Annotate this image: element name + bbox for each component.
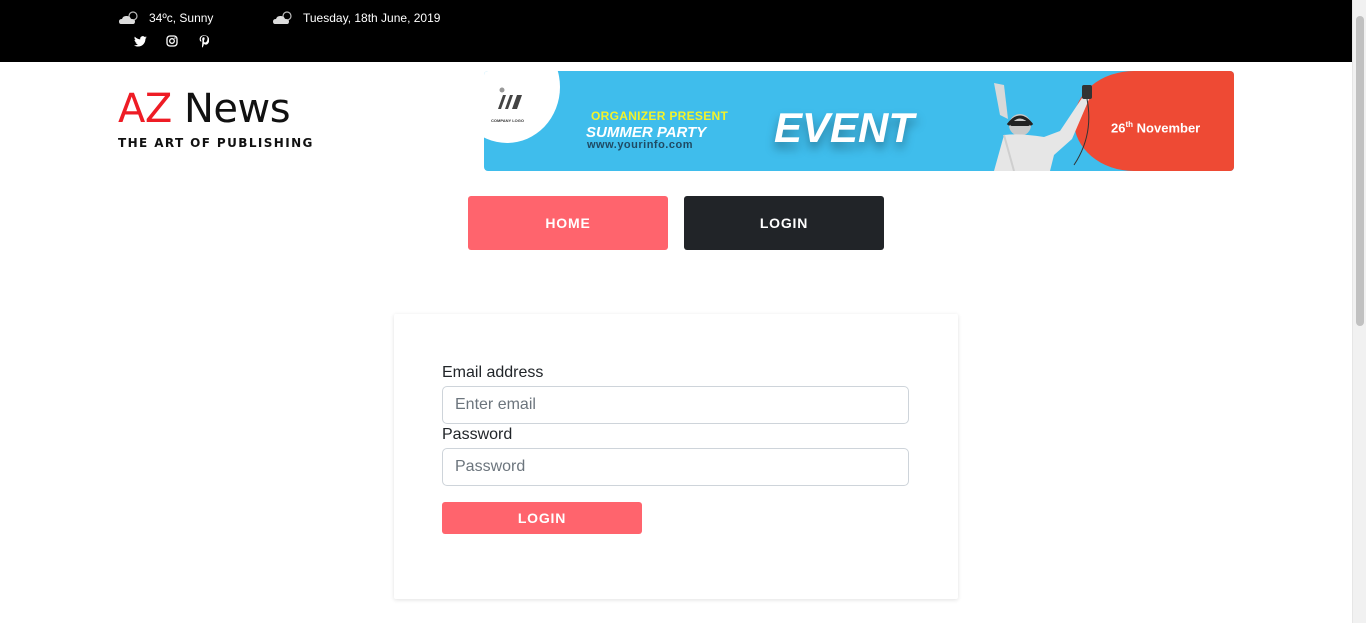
banner-date-suffix: th: [1125, 120, 1134, 129]
login-submit-button[interactable]: LOGIN: [442, 502, 642, 534]
company-logo-text: COMPANY LOGO: [491, 118, 524, 123]
company-logo-icon: [496, 87, 526, 118]
banner-organizer: ORGANIZER PRESENT: [591, 109, 729, 123]
banner-date-month: November: [1136, 120, 1201, 136]
password-field[interactable]: [442, 448, 909, 486]
email-label: Email address: [442, 364, 544, 381]
site-logo[interactable]: AZ News THE ART OF PUBLISHING: [118, 86, 314, 150]
logo-news: News: [183, 86, 291, 132]
weather-text: 34ºc, Sunny: [149, 11, 214, 25]
banner-date-day: 26: [1111, 120, 1126, 136]
banner-url: www.yourinfo.com: [587, 139, 693, 151]
advertisement-banner[interactable]: COMPANY LOGO ORGANIZER PRESENT SUMMER PA…: [484, 71, 1234, 171]
pinterest-icon[interactable]: [197, 34, 211, 48]
cloud-sun-icon: [117, 10, 141, 26]
top-bar: 34ºc, Sunny Tuesday, 18th June, 2019: [0, 0, 1352, 62]
page-scrollbar[interactable]: [1352, 0, 1366, 623]
logo-tagline: THE ART OF PUBLISHING: [118, 136, 314, 150]
nav-login-button[interactable]: LOGIN: [684, 196, 884, 250]
logo-az: AZ: [118, 86, 172, 132]
banner-date: 26th November: [1111, 120, 1200, 135]
weather-info: 34ºc, Sunny: [117, 10, 213, 26]
scrollbar-thumb[interactable]: [1356, 16, 1364, 326]
login-card: Email address Password LOGIN: [394, 314, 958, 599]
page: 34ºc, Sunny Tuesday, 18th June, 2019 AZ …: [0, 0, 1366, 623]
email-field[interactable]: [442, 386, 909, 424]
instagram-icon[interactable]: [165, 34, 179, 48]
twitter-icon[interactable]: [133, 34, 147, 48]
banner-event: EVENT: [774, 104, 915, 151]
home-button[interactable]: HOME: [468, 196, 668, 250]
date-info: Tuesday, 18th June, 2019: [271, 10, 440, 26]
social-links: [133, 34, 211, 48]
logo-title: AZ News: [118, 86, 314, 132]
date-text: Tuesday, 18th June, 2019: [303, 11, 441, 25]
password-label: Password: [442, 426, 513, 443]
cloud-sun-icon: [271, 10, 295, 26]
dancing-person-image: [964, 75, 1114, 171]
